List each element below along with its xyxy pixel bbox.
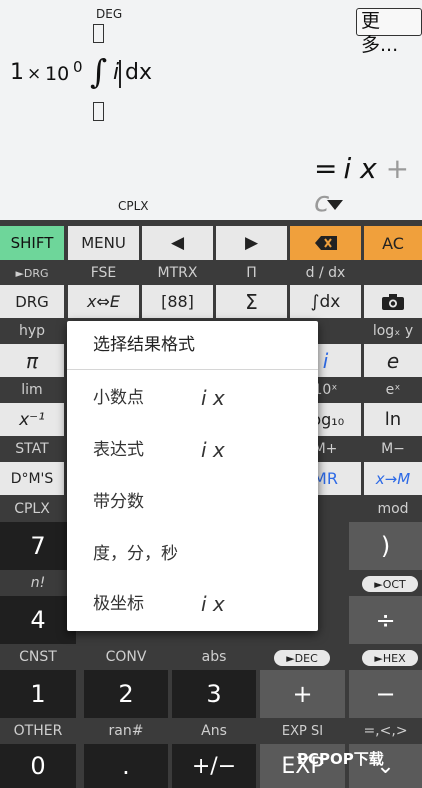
conv-label: CONV bbox=[105, 649, 147, 665]
result-i: i bbox=[343, 152, 352, 185]
right-paren-key[interactable]: ) bbox=[349, 522, 422, 570]
decimal-point-key[interactable]: . bbox=[84, 744, 168, 788]
option-preview: i x bbox=[201, 386, 225, 410]
drg-key[interactable]: DRG bbox=[0, 285, 64, 318]
option-label: 极坐标 bbox=[93, 594, 144, 614]
camera-key[interactable] bbox=[364, 285, 422, 318]
sigma-key[interactable]: Σ bbox=[216, 285, 287, 318]
hex-conversion-label: ►HEX bbox=[362, 650, 418, 666]
expr-times: × bbox=[27, 64, 42, 84]
plus-key[interactable]: + bbox=[260, 670, 345, 718]
shift-key[interactable]: SHIFT bbox=[0, 226, 64, 260]
store-memory-key[interactable]: x→M bbox=[364, 462, 422, 495]
ans-label: Ans bbox=[201, 723, 227, 739]
e-key[interactable]: e bbox=[364, 344, 422, 377]
lower-limit-box[interactable] bbox=[93, 102, 104, 121]
result-format-popup: 选择结果格式 小数点 i x 表达式 i x 带分数 度，分，秒 极坐标 i x bbox=[67, 321, 318, 631]
integral-key[interactable]: ∫dx bbox=[290, 285, 361, 318]
cplx-label: CPLX bbox=[14, 501, 50, 517]
text-cursor bbox=[119, 60, 121, 88]
digit-7-key[interactable]: 7 bbox=[0, 522, 76, 570]
matrix-key[interactable]: [88] bbox=[142, 285, 213, 318]
digit-3-key[interactable]: 3 bbox=[172, 670, 256, 718]
derivative-label: d / dx bbox=[305, 265, 346, 281]
mtrx-label: MTRX bbox=[157, 265, 198, 281]
calculator-display: DEG 更多... 1 × 10 0 ∫ i dx = i x + c CPLX bbox=[0, 0, 422, 220]
result-equals: = bbox=[314, 152, 338, 185]
angle-mode-indicator: DEG bbox=[96, 7, 123, 21]
mod-label: mod bbox=[377, 501, 409, 517]
cnst-label: CNST bbox=[19, 649, 57, 665]
watermark-logo: PCPOP下载 bbox=[297, 750, 384, 768]
digit-4-key[interactable]: 4 bbox=[0, 596, 76, 644]
menu-key[interactable]: MENU bbox=[68, 226, 139, 260]
cursor-right-key[interactable]: ▶ bbox=[216, 226, 287, 260]
m-minus-label: M− bbox=[381, 441, 405, 457]
expr-ten: 10 bbox=[45, 63, 70, 85]
reciprocal-key[interactable]: x⁻¹ bbox=[0, 403, 64, 436]
factorial-label: n! bbox=[30, 575, 46, 591]
digit-2-key[interactable]: 2 bbox=[84, 670, 168, 718]
cursor-left-key[interactable]: ◀ bbox=[142, 226, 213, 260]
popup-title: 选择结果格式 bbox=[67, 321, 318, 370]
product-label: Π bbox=[246, 265, 257, 281]
expr-dx: dx bbox=[125, 60, 152, 85]
option-label: 带分数 bbox=[93, 492, 144, 512]
upper-limit-box[interactable] bbox=[93, 24, 104, 43]
dms-key[interactable]: D°M'S bbox=[0, 462, 64, 495]
e-power-label: eˣ bbox=[385, 382, 401, 398]
option-label: 表达式 bbox=[93, 440, 144, 460]
complex-mode-indicator: CPLX bbox=[118, 199, 149, 213]
minus-key[interactable]: − bbox=[349, 670, 422, 718]
format-option-mixed-fraction[interactable]: 带分数 bbox=[67, 476, 318, 528]
option-preview: i x bbox=[201, 592, 225, 616]
x-e-key[interactable]: x⇔E bbox=[68, 285, 139, 318]
option-label: 度，分，秒 bbox=[93, 544, 178, 564]
option-label: 小数点 bbox=[93, 388, 144, 408]
ac-key[interactable]: AC bbox=[364, 226, 422, 260]
format-option-expression[interactable]: 表达式 i x bbox=[67, 424, 318, 476]
backspace-icon bbox=[314, 236, 337, 250]
negate-key[interactable]: +/− bbox=[172, 744, 256, 788]
result-x: x bbox=[360, 152, 377, 185]
drg-conversion-label: ►DRG bbox=[15, 266, 49, 280]
result-plus: + bbox=[385, 152, 410, 185]
hyp-label: hyp bbox=[18, 323, 46, 339]
compare-label: =,<,> bbox=[363, 723, 408, 739]
exp-si-label: EXP SI bbox=[281, 723, 324, 739]
abs-label: abs bbox=[201, 649, 227, 665]
expr-exponent: 0 bbox=[73, 58, 83, 76]
format-option-dms[interactable]: 度，分，秒 bbox=[67, 528, 318, 580]
option-preview: i x bbox=[201, 438, 225, 462]
pi-key[interactable]: π bbox=[0, 344, 64, 377]
other-label: OTHER bbox=[13, 723, 63, 739]
backspace-key[interactable] bbox=[290, 226, 361, 260]
digit-1-key[interactable]: 1 bbox=[0, 670, 76, 718]
format-option-decimal[interactable]: 小数点 i x bbox=[67, 372, 318, 424]
digit-0-key[interactable]: 0 bbox=[0, 744, 76, 788]
integral-sign: ∫ bbox=[90, 52, 108, 91]
more-button[interactable]: 更多... bbox=[356, 8, 422, 56]
expr-coefficient: 1 bbox=[10, 60, 24, 85]
logx-label: logₓ y bbox=[372, 323, 414, 339]
oct-conversion-label: ►OCT bbox=[362, 576, 418, 592]
divide-key[interactable]: ÷ bbox=[349, 596, 422, 644]
dec-conversion-label: ►DEC bbox=[274, 650, 330, 666]
expand-triangle-icon[interactable] bbox=[327, 200, 343, 210]
random-label: ran# bbox=[108, 723, 144, 739]
lim-label: lim bbox=[21, 382, 43, 398]
stat-label: STAT bbox=[15, 441, 49, 457]
format-option-polar[interactable]: 极坐标 i x bbox=[67, 578, 318, 630]
ln-key[interactable]: ln bbox=[364, 403, 422, 436]
fse-label: FSE bbox=[90, 265, 117, 281]
camera-icon bbox=[382, 293, 404, 310]
